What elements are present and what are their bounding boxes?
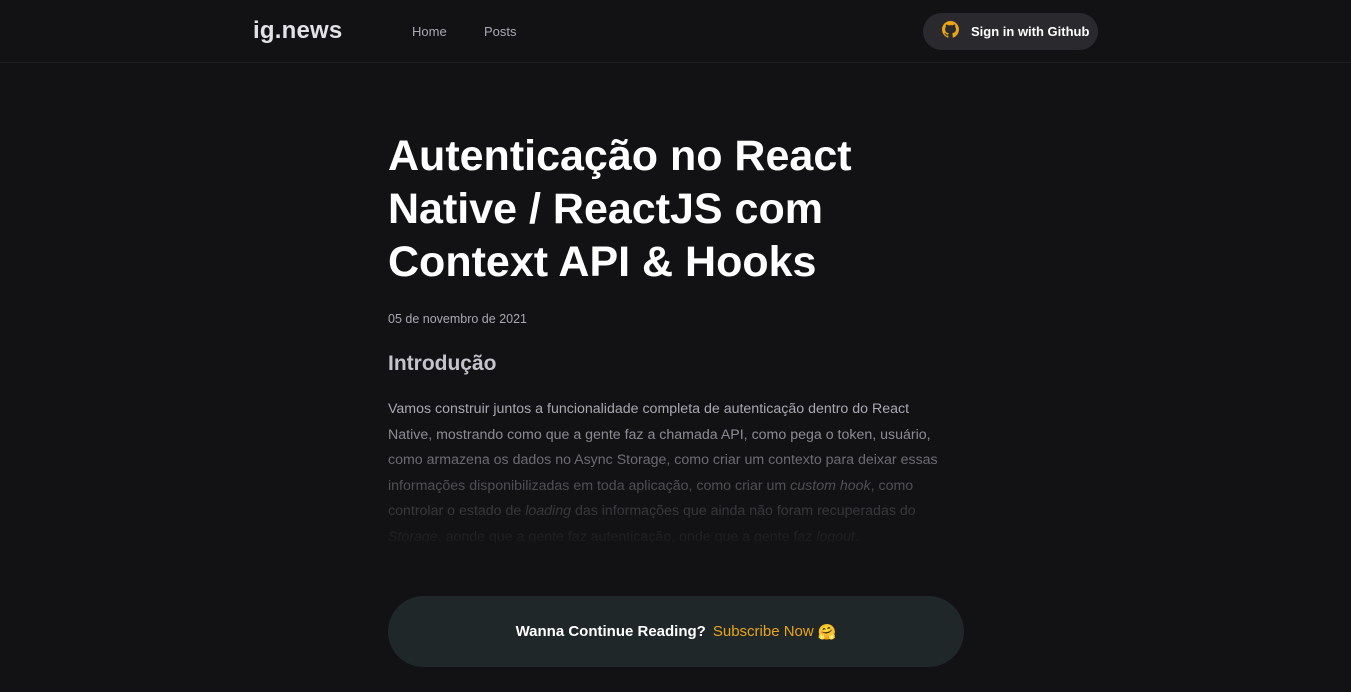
post-paragraph: Vamos construir juntos a funcionalidade … <box>388 401 938 543</box>
continue-reading-banner: Wanna Continue Reading? Subscribe Now 🤗 <box>388 596 964 667</box>
logo[interactable]: ig.news <box>253 17 342 45</box>
nav-posts[interactable]: Posts <box>484 24 517 39</box>
post-preview: Vamos construir juntos a funcionalidade … <box>388 397 948 543</box>
post-date: 05 de novembro de 2021 <box>388 312 527 326</box>
post-title: Autenticação no React Native / ReactJS c… <box>388 132 852 286</box>
github-icon <box>942 20 959 43</box>
sign-in-github-button[interactable]: Sign in with Github <box>923 13 1098 50</box>
site-header: ig.news Home Posts Sign in with Github <box>0 0 1351 63</box>
sign-in-label: Sign in with Github <box>971 24 1090 39</box>
hugging-face-emoji-icon: 🤗 <box>817 623 837 641</box>
subscribe-now-link[interactable]: Subscribe Now <box>713 623 814 640</box>
cta-text: Wanna Continue Reading? <box>515 623 706 640</box>
post-article: Autenticação no React Native / ReactJS c… <box>388 130 964 543</box>
section-heading: Introdução <box>388 352 497 375</box>
nav-home[interactable]: Home <box>412 24 447 39</box>
